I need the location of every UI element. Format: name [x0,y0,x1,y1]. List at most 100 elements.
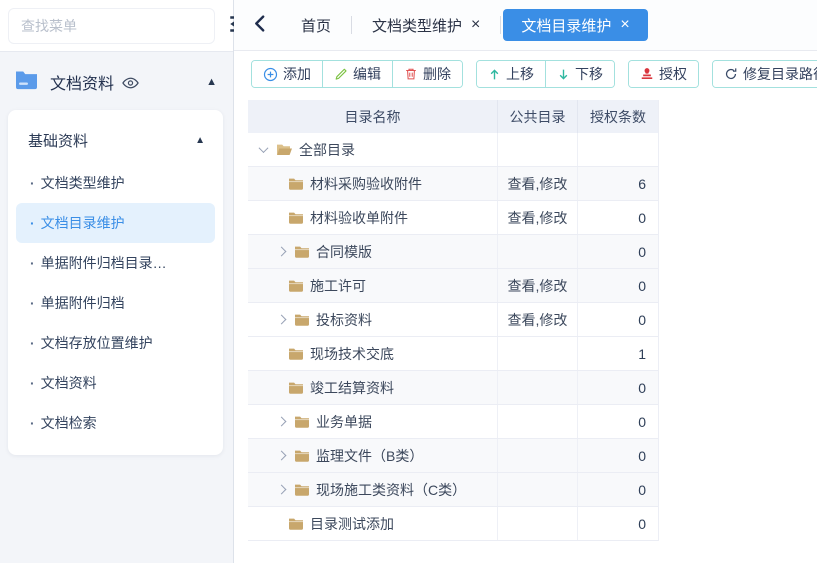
sidebar-item[interactable]: ·文档目录维护 [16,203,215,243]
bullet-icon: · [30,375,35,391]
toolbar-button-label: 下移 [575,64,603,84]
directory-name-label: 合同模版 [316,242,372,262]
sidebar-item[interactable]: ·单据附件归档目录… [16,243,215,283]
tab[interactable]: 文档类型维护 × [354,9,498,41]
tabs-back-button[interactable] [248,11,271,39]
cell-auth-count: 0 [578,235,658,268]
table-body: 全部目录材料采购验收附件查看,修改6材料验收单附件查看,修改0合同模版0施工许可… [248,133,658,541]
sidebar-item-label: 文档类型维护 [41,173,125,193]
arrow-down-icon [557,68,570,81]
toolbar-button-arrow-up[interactable]: 上移 [477,61,545,87]
table-row[interactable]: 竣工结算资料0 [248,371,658,405]
cell-directory-name: 投标资料 [248,303,498,336]
toolbar-button-label: 上移 [506,64,534,84]
toolbar-button-pencil[interactable]: 编辑 [322,61,392,87]
folder-closed-icon [294,313,310,326]
cell-auth-count: 0 [578,201,658,234]
main-area: 首页文档类型维护×文档目录维护× 添加编辑删除上移下移授权修复目录路径 目录名称… [234,0,817,563]
tab[interactable]: 文档目录维护× [503,9,647,41]
cell-auth-count: 0 [578,507,658,540]
toolbar: 添加 编辑删除 上移 下移 授权 修复目录路径 [234,51,817,96]
tree-indent [260,285,288,286]
tab-list: 首页文档类型维护×文档目录维护× [283,9,648,41]
toolbar-button-group: 上移 下移 [476,60,615,88]
directory-name-label: 全部目录 [299,140,355,160]
folder-closed-icon [288,211,304,224]
table-row[interactable]: 施工许可查看,修改0 [248,269,658,303]
table-row[interactable]: 业务单据0 [248,405,658,439]
search-input[interactable] [8,8,215,44]
column-header-count[interactable]: 授权条数 [578,100,658,133]
toolbar-button-stamp[interactable]: 授权 [629,61,698,87]
sidebar-root-item[interactable]: 文档资料 ▲ [0,52,233,105]
sidebar-item[interactable]: ·文档存放位置维护 [16,323,215,363]
sidebar-item[interactable]: ·单据附件归档 [16,283,215,323]
chevron-right-icon[interactable] [277,451,287,461]
toolbar-button-arrow-down[interactable]: 下移 [545,61,614,87]
cell-auth-count: 0 [578,303,658,336]
toolbar-button-group: 添加 编辑删除 [251,60,463,88]
chevron-right-icon[interactable] [277,315,287,325]
table-row[interactable]: 合同模版 0 [248,235,658,269]
table-row[interactable]: 监理文件（B类）0 [248,439,658,473]
folder-closed-icon [294,245,310,258]
bullet-icon: · [30,295,35,311]
close-icon[interactable]: × [620,17,629,33]
collapse-up-icon[interactable]: ▲ [195,136,205,146]
toolbar-button-label: 修复目录路径 [743,64,817,84]
table-row[interactable]: 全部目录 [248,133,658,167]
cell-public-directory [498,473,578,506]
sidebar-item[interactable]: ·文档类型维护 [16,163,215,203]
folder-blue-icon [14,69,39,95]
toolbar-button-refresh[interactable]: 修复目录路径 [713,61,817,87]
folder-closed-icon [294,483,310,496]
column-header-public[interactable]: 公共目录 [498,100,578,133]
cell-auth-count: 0 [578,439,658,472]
collapse-up-icon[interactable]: ▲ [206,77,217,88]
trash-icon [404,67,418,81]
cell-directory-name: 目录测试添加 [248,507,498,540]
toolbar-button-group: 授权 [628,60,699,88]
cell-auth-count: 1 [578,337,658,370]
column-header-name[interactable]: 目录名称 [248,100,498,133]
table-row[interactable]: 投标资料查看,修改0 [248,303,658,337]
sidebar-group-header[interactable]: 基础资料 ▲ [16,118,215,163]
cell-auth-count: 0 [578,269,658,302]
sidebar-group-label: 基础资料 [28,130,88,151]
cell-directory-name: 全部目录 [248,133,498,166]
sidebar-item[interactable]: ·文档检索 [16,403,215,443]
chevron-down-icon[interactable] [259,143,269,153]
cell-auth-count: 0 [578,371,658,404]
close-icon[interactable]: × [471,17,480,33]
directory-table: 目录名称 公共目录 授权条数 全部目录材料采购验收附件查看,修改6材料验收单附件… [248,100,659,541]
toolbar-button-plus-circle[interactable]: 添加 [252,61,322,87]
stamp-icon [640,67,654,81]
refresh-icon [724,67,738,81]
bullet-icon: · [30,215,35,231]
toolbar-button-label: 编辑 [353,64,381,84]
directory-name-label: 现场技术交底 [310,344,394,364]
cell-public-directory: 查看,修改 [498,201,578,234]
eye-icon[interactable] [122,77,139,89]
tab[interactable]: 首页 [283,9,349,41]
table-row[interactable]: 现场技术交底 1 [248,337,658,371]
table-row[interactable]: 材料采购验收附件查看,修改6 [248,167,658,201]
folder-closed-icon [288,381,304,394]
folder-closed-icon [288,517,304,530]
cell-directory-name: 合同模版 [248,235,498,268]
table-row[interactable]: 现场施工类资料（C类）0 [248,473,658,507]
folder-closed-icon [294,449,310,462]
cell-public-directory [498,405,578,438]
cell-directory-name: 施工许可 [248,269,498,302]
tree-indent [260,217,288,218]
sidebar-item[interactable]: ·文档资料 [16,363,215,403]
chevron-right-icon[interactable] [277,485,287,495]
table-row[interactable]: 材料验收单附件查看,修改0 [248,201,658,235]
tab-bar: 首页文档类型维护×文档目录维护× [234,0,817,51]
toolbar-button-trash[interactable]: 删除 [392,61,462,87]
table-header-row: 目录名称 公共目录 授权条数 [248,100,658,133]
chevron-right-icon[interactable] [277,247,287,257]
chevron-right-icon[interactable] [277,417,287,427]
table-row[interactable]: 目录测试添加 0 [248,507,658,541]
tab-label: 文档类型维护 [372,15,462,36]
